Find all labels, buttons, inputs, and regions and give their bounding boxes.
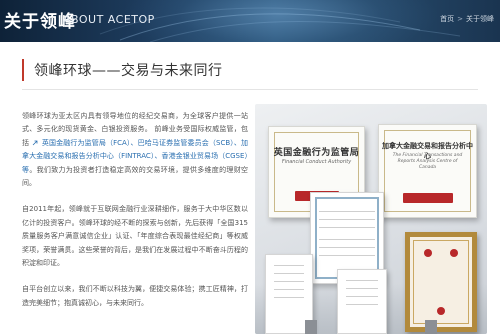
intro-text-suffix: 。我们致力为投资者打造稳定高效的交易环境，提供多维度的理财空间。	[22, 165, 249, 188]
banner-subtitle: ABOUT ACETOP	[63, 13, 155, 26]
about-text: 领峰环球为亚太区内具有领导地位的经纪交易商，为全球客户提供一站式、多元化的现货黄…	[22, 110, 248, 323]
plaque-fca-title: 英国金融行为监管局	[273, 148, 360, 158]
plaque-seal-icon	[403, 193, 453, 203]
plaque-fca-subtitle: Financial Conduct Authority	[281, 159, 352, 165]
paragraph-intro: 领峰环球为亚太区内具有领导地位的经纪交易商，为全球客户提供一站式、多元化的现货黄…	[22, 110, 248, 190]
breadcrumb-separator-icon: >	[457, 15, 463, 23]
breadcrumb-current: 关于领峰	[466, 15, 494, 23]
plaque-stand	[305, 320, 317, 334]
red-seal-icon	[437, 307, 445, 315]
award-plaque-fintrac: 加拿大金融交易和报告分析中心 The Financial Transaction…	[378, 124, 477, 218]
certificate-gold-frame	[405, 232, 477, 332]
breadcrumb-home-link[interactable]: 首页	[440, 14, 454, 24]
section-heading: 领峰环球——交易与未来同行	[22, 58, 223, 82]
certificate-document	[337, 269, 387, 334]
awards-photo: 英国金融行为监管局 Financial Conduct Authority 加拿…	[255, 104, 487, 334]
external-link-icon	[33, 140, 38, 146]
divider	[22, 89, 478, 90]
heading-accent-bar	[22, 59, 24, 81]
paragraph-mission: 自平台创立以来，我们不断以科技为翼，便捷交易体验；携工匠精神，打造完美细节；抱真…	[22, 285, 248, 307]
paragraph-history: 自2011年起，领峰就于互联网金融行业深耕细作，服务于大中华区数以亿计的投资客户…	[22, 205, 248, 268]
section-title: 领峰环球——交易与未来同行	[34, 63, 223, 79]
red-seal-icon	[450, 249, 458, 257]
breadcrumb: 首页 > 关于领峰	[440, 14, 494, 24]
red-seal-icon	[424, 249, 432, 257]
header-banner: 关于领峰 ABOUT ACETOP 首页 > 关于领峰	[0, 0, 500, 42]
plaque-stand	[425, 320, 437, 334]
plaque-fintrac-subtitle: The Financial Transactions and Reports A…	[392, 153, 463, 170]
